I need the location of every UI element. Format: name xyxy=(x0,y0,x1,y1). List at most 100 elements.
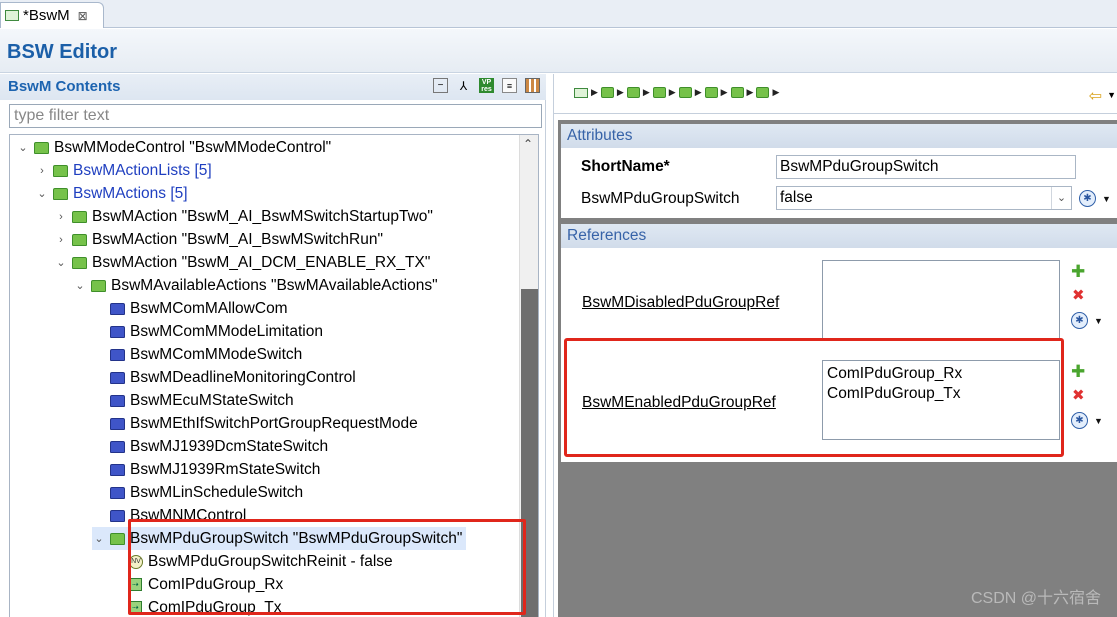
container-icon xyxy=(110,348,125,361)
chevron-down-icon[interactable]: ⌄ xyxy=(1051,187,1071,209)
vp-res-icon[interactable]: VP res xyxy=(479,78,494,93)
chevron-down-icon[interactable]: ▼ xyxy=(1107,90,1116,100)
breadcrumb-folder-icon[interactable] xyxy=(626,87,640,98)
chevron-down-icon[interactable]: ⌄ xyxy=(54,256,68,269)
highlight-box-tree xyxy=(128,519,526,615)
tree-item-label: BswMEcuMStateSwitch xyxy=(130,391,294,409)
hierarchy-icon[interactable]: ⅄ xyxy=(456,78,471,93)
chevron-down-icon[interactable]: ▼ xyxy=(1094,316,1103,326)
chevron-down-icon[interactable]: ▼ xyxy=(1094,416,1103,426)
chevron-down-icon[interactable]: ⌄ xyxy=(92,532,106,545)
tree-item[interactable]: BswMJ1939DcmStateSwitch xyxy=(92,435,328,458)
tree-item[interactable]: ⌄ BswMAction "BswM_AI_DCM_ENABLE_RX_TX" xyxy=(54,251,430,274)
document-icon[interactable]: ≡ xyxy=(502,78,517,93)
chevron-down-icon[interactable]: ⌄ xyxy=(16,141,30,154)
breadcrumb-folder-icon[interactable] xyxy=(756,87,770,98)
tree-item-label: BswMAction "BswM_AI_BswMSwitchRun" xyxy=(92,230,383,248)
chevron-down-icon[interactable]: ▼ xyxy=(1102,194,1111,204)
breadcrumb-folder-icon[interactable] xyxy=(678,87,692,98)
tree-item[interactable]: ⌄ BswMAvailableActions "BswMAvailableActi… xyxy=(73,274,438,297)
tree-item[interactable]: ⌄ BswMModeControl "BswMModeControl" xyxy=(16,136,331,159)
tree-item-label: BswMJ1939DcmStateSwitch xyxy=(130,437,329,455)
breadcrumb-folder-icon[interactable] xyxy=(600,87,614,98)
breadcrumb-folder-icon[interactable] xyxy=(704,87,718,98)
container-icon xyxy=(110,417,125,430)
tree-item-label: BswMAction "BswM_AI_BswMSwitchStartupTwo… xyxy=(92,207,433,225)
container-icon xyxy=(110,371,125,384)
tree-item-label: BswMEthIfSwitchPortGroupRequestMode xyxy=(130,414,418,432)
scroll-up-icon[interactable]: ⌃ xyxy=(523,137,533,151)
add-icon[interactable]: ✚ xyxy=(1071,262,1085,282)
editor-title: BSW Editor xyxy=(7,41,117,63)
tree-item[interactable]: BswMEcuMStateSwitch xyxy=(92,389,294,412)
chevron-right-icon[interactable]: › xyxy=(54,234,68,246)
tree-item[interactable]: BswMComMModeSwitch xyxy=(92,343,302,366)
collapse-all-icon[interactable]: − xyxy=(433,78,448,93)
table-icon[interactable] xyxy=(525,78,540,93)
tree-item-label: BswMDeadlineMonitoringControl xyxy=(130,368,356,386)
short-name-field[interactable]: BswMPduGroupSwitch xyxy=(776,155,1076,179)
attributes-title: Attributes xyxy=(561,124,1117,148)
container-icon xyxy=(110,440,125,453)
tree-item-label: BswMActionLists [5] xyxy=(73,161,212,179)
breadcrumb-separator-icon: ▶ xyxy=(668,87,676,97)
folder-icon xyxy=(72,210,87,223)
container-icon xyxy=(110,394,125,407)
chevron-down-icon[interactable]: ⌄ xyxy=(73,279,87,292)
tree-item[interactable]: BswMEthIfSwitchPortGroupRequestMode xyxy=(92,412,418,435)
breadcrumb-separator-icon: ▶ xyxy=(772,87,780,97)
tree-item-label: BswMJ1939RmStateSwitch xyxy=(130,460,321,478)
tree-item-label: BswMLinScheduleSwitch xyxy=(130,483,304,501)
folder-icon xyxy=(91,279,106,292)
container-icon xyxy=(110,325,125,338)
pdu-group-switch-select[interactable]: false ⌄ xyxy=(776,186,1072,210)
container-icon xyxy=(110,463,125,476)
breadcrumb-folder-icon[interactable] xyxy=(652,87,666,98)
breadcrumb-separator-icon: ▶ xyxy=(694,87,702,97)
chevron-right-icon[interactable]: › xyxy=(35,165,49,177)
container-icon xyxy=(110,509,125,522)
tree-item-label: BswMModeControl "BswMModeControl" xyxy=(54,138,332,156)
contents-toolbar: − ⅄ VP res ≡ xyxy=(433,78,540,93)
tab-title: *BswM xyxy=(23,7,70,24)
delete-icon[interactable]: ✖ xyxy=(1072,386,1085,404)
breadcrumb-root-icon[interactable] xyxy=(574,87,588,98)
breadcrumb-separator-icon: ▶ xyxy=(746,87,754,97)
tree-item-label: BswMComMAllowCom xyxy=(130,299,288,317)
breadcrumb-separator-icon: ▶ xyxy=(642,87,650,97)
tab-bswm[interactable]: *BswM ⊠ xyxy=(0,2,104,28)
tree-item[interactable]: BswMLinScheduleSwitch xyxy=(92,481,303,504)
highlight-box-references xyxy=(564,338,1064,457)
folder-icon xyxy=(53,187,68,200)
tree-item[interactable]: BswMJ1939RmStateSwitch xyxy=(92,458,320,481)
add-icon[interactable]: ✚ xyxy=(1071,362,1085,382)
folder-icon xyxy=(72,233,87,246)
close-icon[interactable]: ⊠ xyxy=(78,9,88,23)
wrench-icon[interactable]: ✱ xyxy=(1071,412,1088,429)
editor-tab-bar: *BswM ⊠ xyxy=(0,0,1117,28)
wrench-icon[interactable]: ✱ xyxy=(1071,312,1088,329)
file-icon xyxy=(5,10,19,21)
tree-item[interactable]: BswMComMModeLimitation xyxy=(92,320,323,343)
delete-icon[interactable]: ✖ xyxy=(1072,286,1085,304)
tree-item[interactable]: › BswMAction "BswM_AI_BswMSwitchRun" xyxy=(54,228,383,251)
tree-item[interactable]: BswMComMAllowCom xyxy=(92,297,288,320)
container-icon xyxy=(110,302,125,315)
tree-item-label: BswMAvailableActions "BswMAvailableActio… xyxy=(111,276,438,294)
breadcrumb-folder-icon[interactable] xyxy=(730,87,744,98)
watermark: CSDN @十六宿舍 xyxy=(970,590,1101,607)
chevron-right-icon[interactable]: › xyxy=(54,211,68,223)
tree-item[interactable]: › BswMAction "BswM_AI_BswMSwitchStartupTw… xyxy=(54,205,433,228)
tree-item[interactable]: ⌄ BswMActions [5] xyxy=(35,182,188,205)
back-arrow-icon[interactable]: ⇦ xyxy=(1089,86,1102,106)
pdu-group-switch-value: false xyxy=(780,189,813,206)
filter-input[interactable]: type filter text xyxy=(9,104,542,128)
chevron-down-icon[interactable]: ⌄ xyxy=(35,187,49,200)
wrench-icon[interactable]: ✱ xyxy=(1079,190,1096,207)
tree-item-label: BswMActions [5] xyxy=(73,184,188,202)
disabled-pdu-group-ref-link[interactable]: BswMDisabledPduGroupRef xyxy=(582,294,779,312)
breadcrumb-separator-icon: ▶ xyxy=(591,87,598,97)
tree-item[interactable]: › BswMActionLists [5] xyxy=(35,159,212,182)
disabled-pdu-group-ref-list[interactable] xyxy=(822,260,1060,340)
tree-item[interactable]: BswMDeadlineMonitoringControl xyxy=(92,366,356,389)
